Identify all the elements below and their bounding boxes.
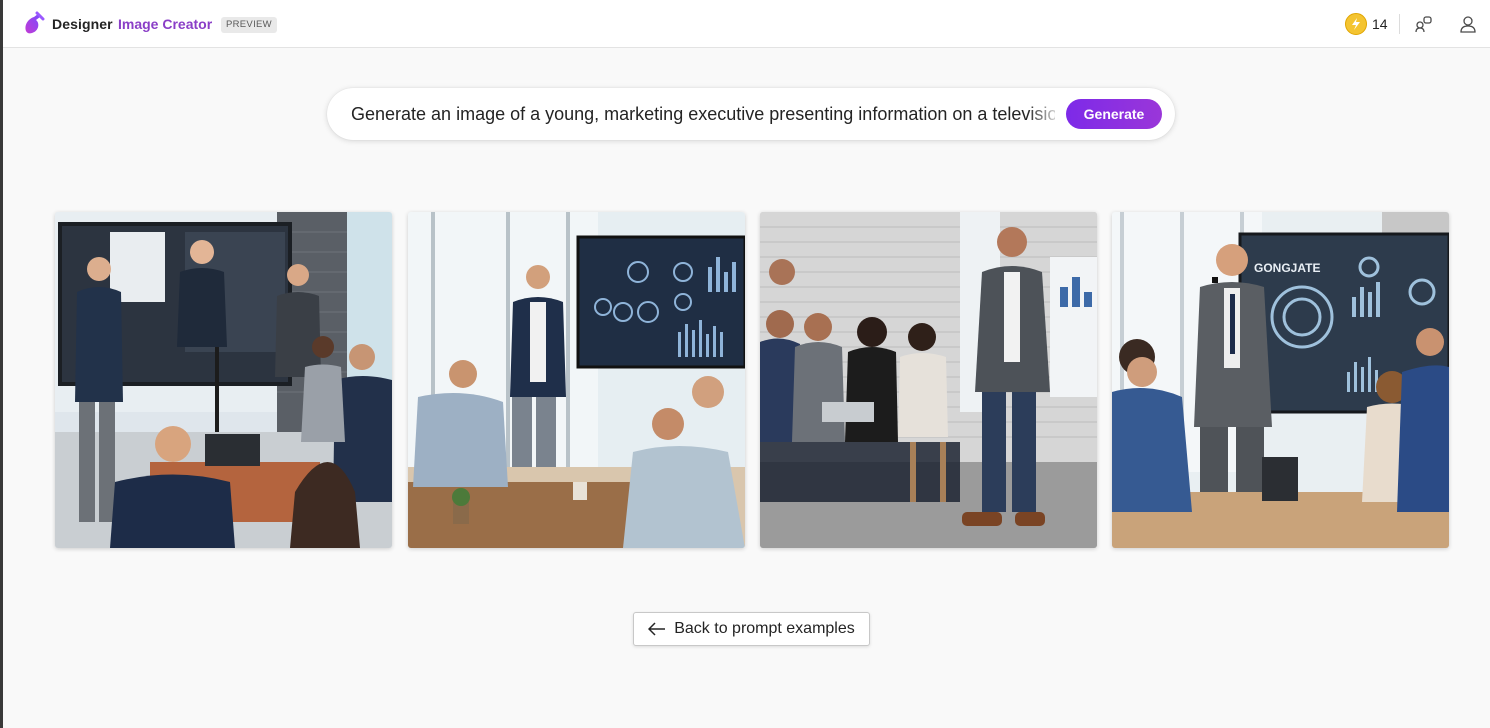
brand-name: Designer [52, 16, 113, 32]
prompt-bar: Generate [327, 88, 1175, 140]
boost-count: 14 [1372, 16, 1388, 32]
back-to-prompt-examples-button[interactable]: Back to prompt examples [633, 612, 870, 646]
prompt-input[interactable] [351, 100, 1055, 128]
share-button[interactable] [1410, 10, 1438, 38]
product-name[interactable]: Image Creator [118, 16, 212, 32]
generated-image-4[interactable]: GONGJATE [1112, 212, 1449, 548]
generate-button[interactable]: Generate [1066, 99, 1162, 129]
boost-coin-icon[interactable] [1345, 13, 1367, 35]
profile-button[interactable] [1454, 10, 1482, 38]
arrow-left-icon [648, 622, 666, 636]
generated-image-3[interactable] [760, 212, 1097, 548]
back-label: Back to prompt examples [674, 620, 855, 637]
designer-logo-icon[interactable] [20, 11, 46, 37]
top-bar: Designer Image Creator PREVIEW 14 [3, 0, 1490, 48]
window-edge [0, 0, 3, 728]
screen-sign: GONGJATE [1254, 261, 1320, 275]
preview-badge: PREVIEW [221, 17, 277, 33]
profile-icon [1460, 16, 1476, 33]
generated-image-2[interactable] [408, 212, 745, 548]
generated-image-1[interactable] [55, 212, 392, 548]
header-divider [1399, 14, 1400, 34]
share-icon [1415, 16, 1432, 33]
